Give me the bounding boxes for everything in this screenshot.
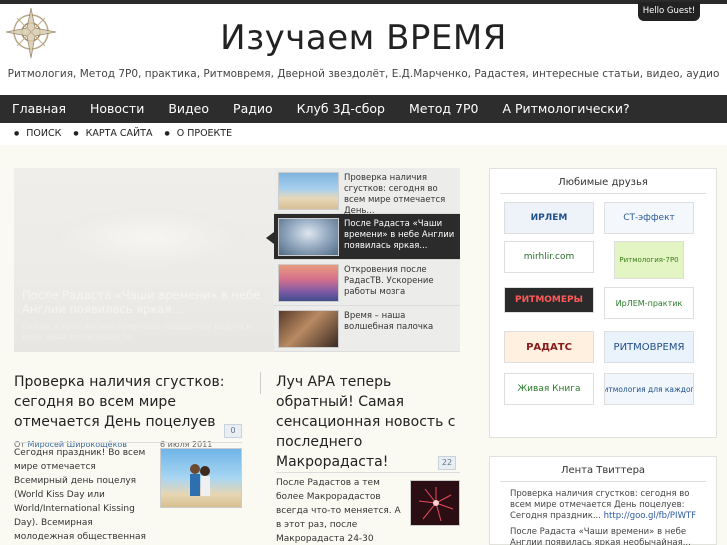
friend-link-ritmovremya[interactable]: РИТМОВРЕМЯ <box>604 331 694 363</box>
main-nav: Главная Новости Видео Радио Клуб 3Д-сбор… <box>0 95 727 123</box>
thumb-image <box>278 172 339 210</box>
thumb-title: После Радаста «Чаши времени» в небе Англ… <box>344 219 455 251</box>
friend-link-rhythmology-all[interactable]: Ритмология для каждого <box>604 373 694 405</box>
featured-slider: После Радаста «Чаши времени» в небе Англ… <box>14 168 460 352</box>
nav-item-rhythmology[interactable]: А Ритмологически? <box>490 95 641 123</box>
post-thumbnail[interactable] <box>160 448 242 508</box>
slide-caption-text: Сейчас в небе Англии появилась загадочна… <box>22 322 252 341</box>
twitter-title: Лента Твиттера <box>560 465 646 476</box>
post-card: Луч АРА теперь обратный! Самая сенсацион… <box>276 372 460 544</box>
post-excerpt: Сегодня праздник! Во всем мире отмечаетс… <box>14 448 146 542</box>
slider-thumb[interactable]: Откровения после РадасТВ. Ускорение рабо… <box>274 260 460 306</box>
active-slide-arrow <box>266 232 274 244</box>
friend-link-radats[interactable]: РАДАТС <box>504 331 594 363</box>
post-card: Проверка наличия сгустков: сегодня во вс… <box>14 372 242 542</box>
friend-link-irlem-practice[interactable]: ИрЛЕМ-практик <box>604 287 694 319</box>
subnav-about[interactable]: О ПРОЕКТЕ <box>164 123 232 145</box>
post-title[interactable]: Проверка наличия сгустков: сегодня во вс… <box>14 372 242 432</box>
top-strip <box>0 0 727 4</box>
thumb-title: Откровения после РадасТВ. Ускорение рабо… <box>344 265 434 297</box>
friend-link-7r0[interactable]: Ритмология-7Р0 <box>614 241 684 279</box>
slider-thumb-active[interactable]: После Радаста «Чаши времени» в небе Англ… <box>274 214 460 260</box>
friend-link-st-effect[interactable]: СТ-эффект <box>604 202 694 234</box>
post-title[interactable]: Луч АРА теперь обратный! Самая сенсацион… <box>276 372 460 472</box>
slider-thumbs: Проверка наличия сгустков: сегодня во вс… <box>274 168 460 352</box>
nav-item-radio[interactable]: Радио <box>221 95 285 123</box>
slider-thumb[interactable]: Проверка наличия сгустков: сегодня во вс… <box>274 168 460 216</box>
tweet-text: После Радаста «Чаши времени» в небе Англ… <box>510 527 691 545</box>
tweet-item: После Радаста «Чаши времени» в небе Англ… <box>510 527 710 545</box>
friend-link-mirhlir[interactable]: mirhlir.com <box>504 241 594 273</box>
friends-title: Любимые друзья <box>558 177 648 188</box>
slider-thumb[interactable]: Время – наша волшебная палочка <box>274 306 460 352</box>
thumb-title: Время – наша волшебная палочка <box>344 311 434 332</box>
site-subtitle: Ритмология, Метод 7Р0, практика, Ритмовр… <box>7 68 720 80</box>
nav-item-club[interactable]: Клуб 3Д-сбор <box>285 95 397 123</box>
site-header: Изучаем ВРЕМЯ Ритмология, Метод 7Р0, пра… <box>0 0 727 95</box>
sub-nav: ПОИСК КАРТА САЙТА О ПРОЕКТЕ <box>0 123 727 145</box>
comment-count-badge[interactable]: 22 <box>438 456 456 470</box>
tweet-item: Проверка наличия сгустков: сегодня во вс… <box>510 489 710 522</box>
twitter-widget: Лента Твиттера Проверка наличия сгустков… <box>489 456 717 545</box>
friends-widget: Любимые друзья ИРЛЕМ СТ-эффект mirhlir.c… <box>489 168 717 438</box>
site-title[interactable]: Изучаем ВРЕМЯ <box>0 18 727 58</box>
thumb-image <box>278 218 339 256</box>
friend-link-living-book[interactable]: Живая Книга <box>504 373 594 405</box>
thumb-image <box>278 264 339 302</box>
comment-count-badge[interactable]: 0 <box>224 424 242 438</box>
guest-greeting[interactable]: Hello Guest! <box>638 2 700 21</box>
post-divider <box>260 372 261 394</box>
subnav-sitemap[interactable]: КАРТА САЙТА <box>73 123 153 145</box>
slide-caption-title[interactable]: После Радаста «Чаши времени» в небе Англ… <box>22 288 267 316</box>
thumb-title: Проверка наличия сгустков: сегодня во вс… <box>344 173 446 216</box>
nav-item-method[interactable]: Метод 7Р0 <box>397 95 490 123</box>
thumb-image <box>278 310 339 348</box>
nav-item-video[interactable]: Видео <box>156 95 221 123</box>
tweet-link[interactable]: http://goo.gl/fb/PIWTF <box>604 511 696 521</box>
subnav-search[interactable]: ПОИСК <box>14 123 61 145</box>
nav-item-home[interactable]: Главная <box>0 95 78 123</box>
friend-link-irlem[interactable]: ИРЛЕМ <box>504 202 594 234</box>
nav-item-news[interactable]: Новости <box>78 95 156 123</box>
post-thumbnail[interactable] <box>410 480 460 526</box>
post-excerpt: После Радастов а тем более Макрорадастов… <box>276 478 401 544</box>
friend-link-ritmomery[interactable]: РИТМОМЕРЫ <box>504 287 594 313</box>
